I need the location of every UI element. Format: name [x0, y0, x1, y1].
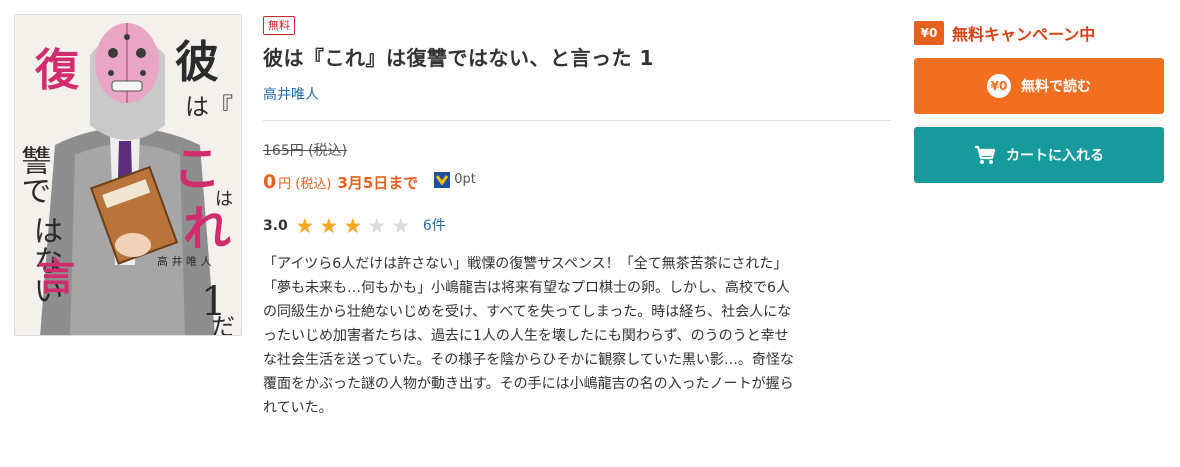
- free-badge: 無料: [263, 16, 295, 35]
- divider: [263, 120, 891, 121]
- purchase-panel: ¥0 無料キャンペーン中 ¥0 無料で読む カートに入れる: [914, 17, 1164, 183]
- description-line: な社会生活を送っていた。その様子を陰からひそかに観察していた黒い影…。奇怪な: [263, 352, 794, 368]
- cart-icon: [975, 145, 996, 164]
- star-icon: ★: [367, 214, 387, 238]
- price-unit: 円: [278, 177, 292, 192]
- svg-text:は: は: [215, 189, 233, 210]
- cover-kanji-fuku: 復: [34, 45, 80, 96]
- star-icon: ★: [391, 214, 411, 238]
- cover-illustration: 復 讐で はない 言 彼 は『 こ れ は 1 だ 高 井 唯 人: [15, 15, 241, 336]
- svg-text:言: 言: [37, 254, 75, 299]
- rating-row: 3.0 ★ ★ ★ ★ ★ 6件: [263, 214, 891, 238]
- list-price: 165円 (税込): [263, 143, 348, 159]
- svg-text:讐で: 讐で: [16, 145, 52, 205]
- price-row: 0 円 (税込) 3月5日まで 0pt: [263, 168, 891, 197]
- description-line: 「アイツら6人だけは許さない」戦慄の復讐サスペンス！「全て無茶苦茶にされた」: [263, 256, 788, 272]
- description-line: ったいじめ加害者たちは、過去に1人の人生を壊したにも関わらず、のうのうと幸せ: [263, 328, 789, 344]
- points-info: 0pt: [434, 168, 476, 192]
- cover-author: 高 井 唯 人: [157, 254, 212, 268]
- description-line: 覆面をかぶった謎の人物が動き出す。その手には小嶋龍吉の名の入ったノートが握ら: [263, 376, 794, 392]
- star-icon: ★: [343, 214, 363, 238]
- yen-zero-badge-icon: ¥0: [914, 17, 944, 45]
- svg-text:だ: だ: [211, 313, 235, 336]
- campaign-banner: ¥0 無料キャンペーン中: [914, 17, 1164, 48]
- star-icon: ★: [319, 214, 339, 238]
- description-line: れていた。: [263, 400, 333, 416]
- read-free-button[interactable]: ¥0 無料で読む: [914, 58, 1164, 114]
- svg-text:こ: こ: [173, 141, 221, 197]
- description-line: の同級生から壮絶ないじめを受け、すべてを失ってしまった。時は経ち、社会人にな: [263, 304, 792, 320]
- read-free-label: 無料で読む: [1021, 79, 1091, 95]
- svg-text:彼: 彼: [175, 37, 219, 88]
- price-value: 0: [263, 171, 277, 193]
- star-icon: ★: [295, 214, 315, 238]
- yen-zero-icon: ¥0: [987, 74, 1011, 98]
- product-title: 彼は『これ』は復讐ではない、と言った 1: [263, 46, 654, 70]
- price-tax: (税込): [295, 177, 332, 192]
- rating-stars: ★ ★ ★ ★ ★: [293, 214, 413, 238]
- rating-score: 3.0: [263, 218, 288, 234]
- book-cover[interactable]: 復 讐で はない 言 彼 は『 こ れ は 1 だ 高 井 唯 人: [14, 14, 242, 336]
- yahoo-points-icon: [434, 172, 451, 188]
- svg-text:は『: は『: [185, 93, 233, 121]
- campaign-deadline: 3月5日まで: [337, 174, 419, 192]
- author-link[interactable]: 高井唯人: [263, 86, 319, 104]
- product-info: 無料 彼は『これ』は復讐ではない、と言った 1 高井唯人 165円 (税込) 0…: [263, 14, 891, 420]
- review-count-link[interactable]: 6件: [423, 216, 446, 236]
- add-to-cart-button[interactable]: カートに入れる: [914, 127, 1164, 183]
- product-description: 「アイツら6人だけは許さない」戦慄の復讐サスペンス！「全て無茶苦茶にされた」 「夢…: [263, 252, 893, 420]
- description-line: 「夢も未来も…何もかも」小嶋龍吉は将来有望なプロ棋士の卵。しかし、高校で6人: [263, 280, 790, 296]
- campaign-text: 無料キャンペーン中: [952, 25, 1096, 44]
- points-value: 0pt: [454, 172, 476, 187]
- add-to-cart-label: カートに入れる: [1006, 148, 1104, 164]
